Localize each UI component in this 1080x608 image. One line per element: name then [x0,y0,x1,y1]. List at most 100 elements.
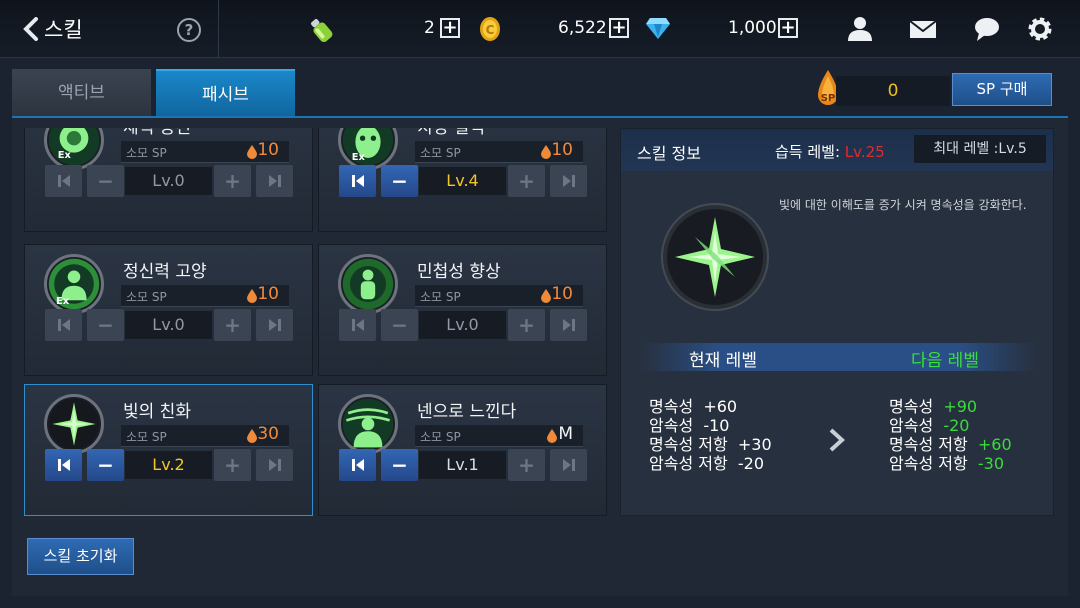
level-down-button[interactable]: − [381,449,418,481]
sp-drop-icon [247,289,257,303]
stat-row: 명속성 저항 +60 [889,435,1012,454]
current-stats: 명속성 +60 암속성 -10 명속성 저항 +30 암속성 저항 -20 [649,397,772,473]
skill-name: 넨으로 느낀다 [417,402,517,422]
level-compare-bar: 현재 레벨 다음 레벨 [641,343,1037,371]
sp-drop-icon [247,145,257,159]
tab-passive-skills[interactable]: 패시브 [156,69,295,116]
level-down-button[interactable]: − [381,309,418,341]
sp-drop-icon [541,289,551,303]
level-max-button[interactable] [256,449,293,481]
level-min-button[interactable] [45,165,82,197]
top-bar: 스킬 ? 2 + C 6,522 + 1,000 + [0,0,1080,58]
level-min-button[interactable] [339,449,376,481]
max-level: 최대 레벨 :Lv.5 [914,135,1046,163]
skip-last-icon [268,175,281,187]
skip-last-icon [562,319,575,331]
sp-cost-row: 소모 SP 10 [121,284,289,307]
level-up-button[interactable]: + [214,449,251,481]
sp-cost-value: 30 [257,424,279,444]
sp-drop-icon [547,429,557,443]
gem-add-button[interactable]: + [778,18,798,38]
stat-row: 명속성 +90 [889,397,978,416]
skill-info-title: 스킬 정보 [637,144,701,163]
sp-cost-label: 소모 SP [420,290,461,304]
gem-icon [646,18,670,39]
level-up-button[interactable]: + [508,309,545,341]
sp-value: 0 [836,76,950,106]
skill-card-spirit[interactable]: Ex 정신력 고양 소모 SP 10 − Lv.0 + [24,244,313,376]
sp-cost-value: M [558,424,573,444]
sp-cost-value: 10 [257,140,279,160]
level-max-button[interactable] [550,309,587,341]
svg-text:C: C [486,23,495,37]
skill-description: 빛에 대한 이해도를 증가 시켜 명속성을 강화한다. [779,198,1027,212]
skip-last-icon [562,175,575,187]
stat-row: 암속성 -10 [649,416,730,435]
level-min-button[interactable] [45,449,82,481]
help-icon[interactable]: ? [177,18,201,42]
skill-card-vitality[interactable]: Ex 체력 증진 소모 SP 10 − Lv.0 + [24,128,313,232]
skill-info-header: 스킬 정보 습득 레벨: Lv.25 최대 레벨 :Lv.5 [621,129,1053,171]
level-down-button[interactable]: − [87,165,124,197]
gear-icon[interactable] [1026,15,1054,43]
skip-first-icon [351,459,364,471]
mail-icon[interactable] [909,15,937,43]
skip-last-icon [562,459,575,471]
level-max-button[interactable] [256,309,293,341]
level-min-button[interactable] [45,309,82,341]
skill-name: 체력 증진 [123,128,191,138]
skip-first-icon [57,175,70,187]
friends-icon[interactable] [846,15,874,43]
level-down-button[interactable]: − [87,449,124,481]
spirit-skill-icon: Ex [44,254,104,314]
sp-buy-button[interactable]: SP 구매 [952,73,1052,106]
level-up-button[interactable]: + [214,309,251,341]
level-up-button[interactable]: + [508,449,545,481]
gold-value: 6,522 [558,18,607,38]
skill-list[interactable]: Ex 체력 증진 소모 SP 10 − Lv.0 + Ex 치명 일격 소모 S… [24,128,610,518]
level-up-button[interactable]: + [508,165,545,197]
sp-drop-icon [541,145,551,159]
chevron-right-icon [829,428,845,452]
sp-cost-label: 소모 SP [126,146,167,160]
page-title: 스킬 [44,18,83,42]
skill-card-nen-sense[interactable]: 넨으로 느낀다 소모 SP M − Lv.1 + [318,384,607,516]
sp-cost-row: 소모 SP 10 [121,140,289,163]
svg-text:Ex: Ex [352,152,366,163]
critical-skill-icon: Ex [338,128,398,170]
sp-drop-icon [247,429,257,443]
stat-row: 암속성 저항 -20 [649,454,764,473]
tab-active-skills[interactable]: 액티브 [12,69,151,116]
skill-name: 민첩성 향상 [417,262,501,282]
skill-card-critical[interactable]: Ex 치명 일격 소모 SP 10 − Lv.4 + [318,128,607,232]
sp-cost-row: 소모 SP 30 [121,424,289,447]
sp-cost-value: 10 [551,140,573,160]
skip-last-icon [268,319,281,331]
skill-card-light-affinity[interactable]: 빛의 친화 소모 SP 30 − Lv.2 + [24,384,313,516]
back-button[interactable] [16,16,46,42]
stamina-add-button[interactable]: + [440,18,460,38]
level-max-button[interactable] [256,165,293,197]
stat-row: 명속성 저항 +30 [649,435,772,454]
level-max-button[interactable] [550,165,587,197]
sp-cost-value: 10 [257,284,279,304]
level-down-button[interactable]: − [87,309,124,341]
nen-sense-skill-icon [338,394,398,454]
stat-row: 명속성 +60 [649,397,738,416]
chat-icon[interactable] [973,15,1001,43]
level-down-button[interactable]: − [381,165,418,197]
gold-add-button[interactable]: + [609,18,629,38]
level-min-button[interactable] [339,309,376,341]
light-star-icon [663,205,767,309]
sp-cost-row: 소모 SP 10 [415,284,583,307]
skip-last-icon [268,459,281,471]
skill-reset-button[interactable]: 스킬 초기화 [27,538,134,575]
skill-info-panel: 스킬 정보 습득 레벨: Lv.25 최대 레벨 :Lv.5 빛에 대한 이해도… [620,128,1054,516]
sp-cost-label: 소모 SP [126,290,167,304]
level-max-button[interactable] [550,449,587,481]
level-up-button[interactable]: + [214,165,251,197]
skill-card-agility[interactable]: 민첩성 향상 소모 SP 10 − Lv.0 + [318,244,607,376]
stat-row: 암속성 -20 [889,416,970,435]
level-min-button[interactable] [339,165,376,197]
svg-text:SP: SP [821,93,836,104]
